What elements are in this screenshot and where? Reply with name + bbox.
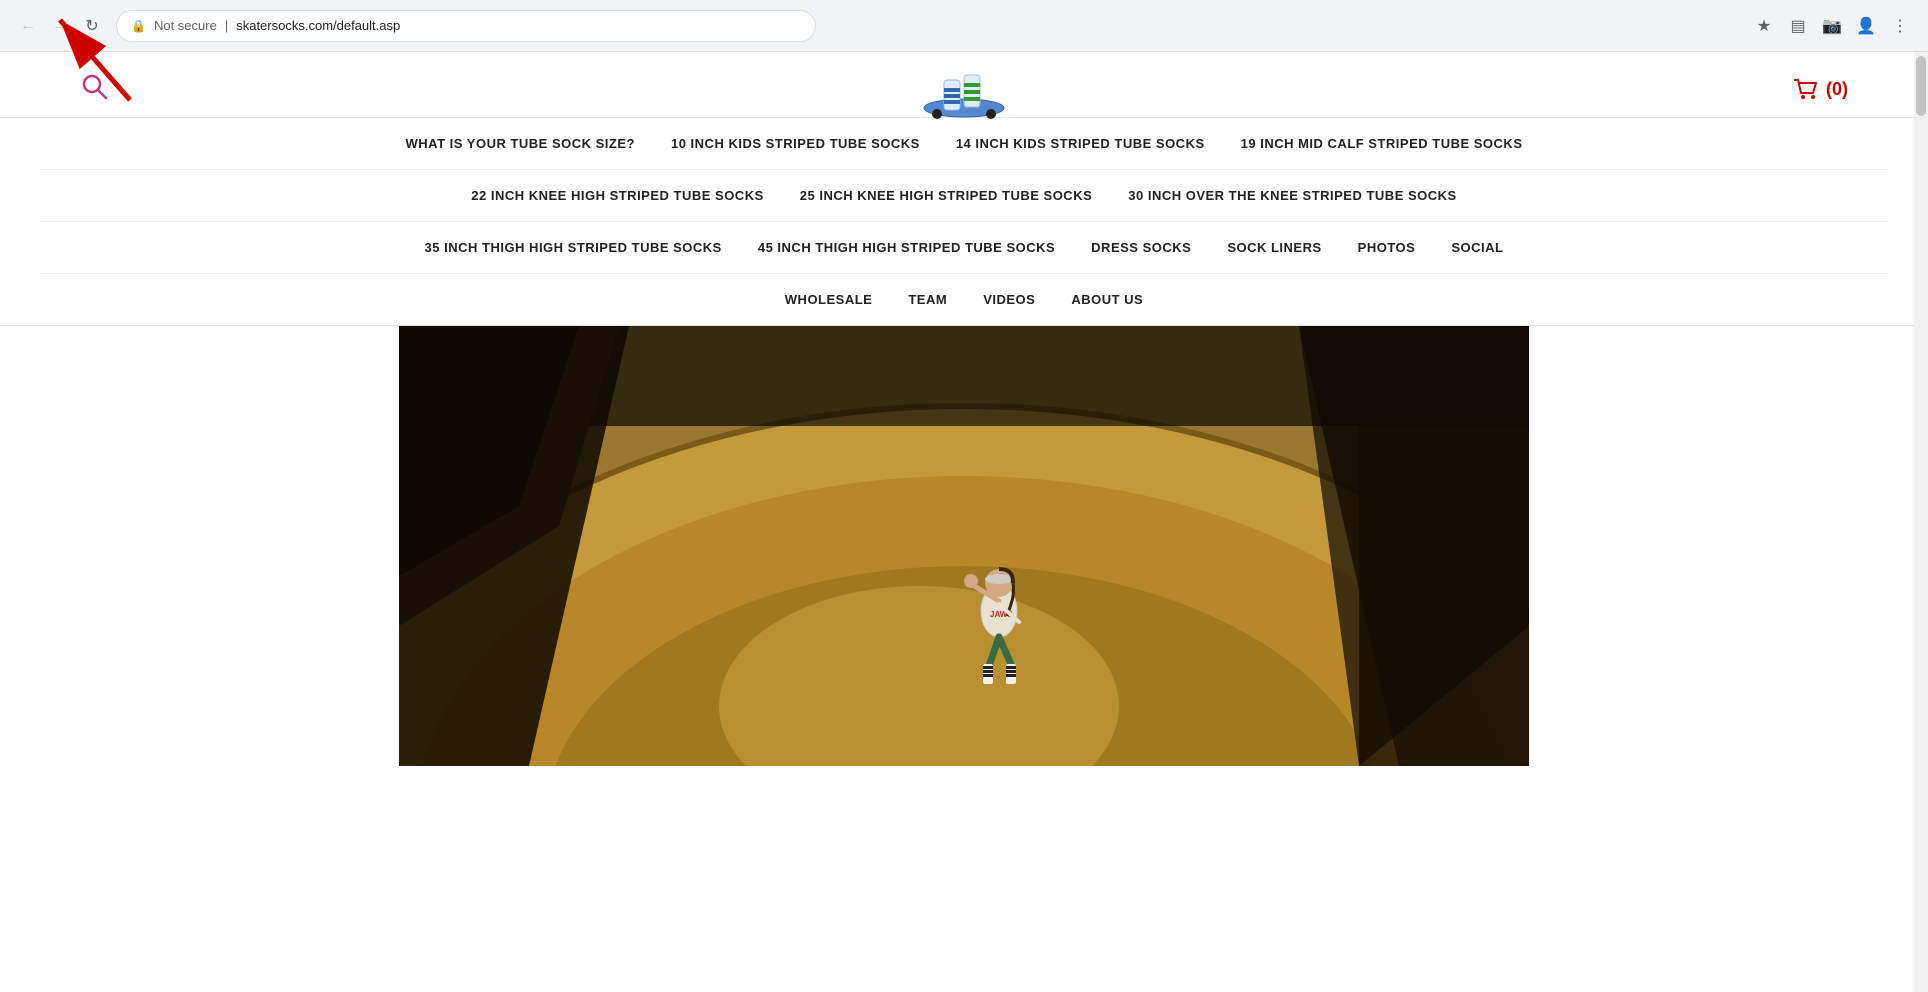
nav-team[interactable]: TEAM: [890, 282, 965, 317]
nav-25inch-knee-high[interactable]: 25 INCH KNEE HIGH STRIPED TUBE SOCKS: [782, 178, 1111, 213]
nav-10inch-kids[interactable]: 10 INCH KIDS STRIPED TUBE SOCKS: [653, 126, 938, 161]
site-navigation: WHAT IS YOUR TUBE SOCK SIZE? 10 INCH KID…: [0, 118, 1928, 326]
address-bar[interactable]: 🔒 Not secure | skatersocks.com/default.a…: [116, 10, 816, 42]
search-button[interactable]: [80, 72, 108, 107]
screenshot-button[interactable]: 📷: [1818, 12, 1846, 40]
site-header: (0): [0, 52, 1928, 118]
site-wrapper: (0) WHAT IS YOUR TUBE SOCK SIZE? 10 INCH…: [0, 52, 1928, 766]
nav-row-3: 35 INCH THIGH HIGH STRIPED TUBE SOCKS 45…: [40, 222, 1888, 274]
nav-about-us[interactable]: ABOUT US: [1053, 282, 1161, 317]
nav-30inch-over-knee[interactable]: 30 INCH OVER THE KNEE STRIPED TUBE SOCKS: [1110, 178, 1474, 213]
skatepark-scene: JAWS: [399, 326, 1529, 766]
cart-button[interactable]: (0): [1792, 76, 1848, 104]
forward-button[interactable]: →: [46, 12, 74, 40]
nav-row-4: WHOLESALE TEAM VIDEOS ABOUT US: [40, 274, 1888, 325]
menu-button[interactable]: ⋮: [1886, 12, 1914, 40]
hero-section: JAWS: [0, 326, 1928, 766]
profile-button[interactable]: 👤: [1852, 12, 1880, 40]
address-separator: |: [225, 18, 228, 33]
nav-35inch-thigh-high[interactable]: 35 INCH THIGH HIGH STRIPED TUBE SOCKS: [407, 230, 740, 265]
search-icon: [80, 72, 108, 100]
cart-icon: [1792, 76, 1820, 104]
nav-dress-socks[interactable]: DRESS SOCKS: [1073, 230, 1209, 265]
nav-45inch-thigh-high[interactable]: 45 INCH THIGH HIGH STRIPED TUBE SOCKS: [740, 230, 1073, 265]
bookmark-button[interactable]: ★: [1750, 12, 1778, 40]
reload-button[interactable]: ↻: [78, 12, 106, 40]
lock-icon: 🔒: [131, 19, 146, 33]
nav-wholesale[interactable]: WHOLESALE: [767, 282, 891, 317]
extensions-button[interactable]: ▤: [1784, 12, 1812, 40]
not-secure-label: Not secure: [154, 18, 217, 33]
nav-videos[interactable]: VIDEOS: [965, 282, 1053, 317]
nav-sock-liners[interactable]: SOCK LINERS: [1209, 230, 1339, 265]
back-button[interactable]: ←: [14, 12, 42, 40]
site-logo[interactable]: [909, 50, 1019, 130]
browser-nav-buttons: ← → ↻: [14, 12, 106, 40]
hero-image-container: JAWS: [399, 326, 1529, 766]
logo-image: [909, 50, 1019, 130]
cart-count: (0): [1826, 79, 1848, 100]
nav-19inch-mid-calf[interactable]: 19 INCH MID CALF STRIPED TUBE SOCKS: [1223, 126, 1541, 161]
browser-chrome: ← → ↻ 🔒 Not secure | skatersocks.com/def…: [0, 0, 1928, 52]
nav-social[interactable]: SOCIAL: [1433, 230, 1521, 265]
skatepark-background: JAWS: [399, 326, 1529, 766]
url-text: skatersocks.com/default.asp: [236, 18, 400, 33]
scrollbar-track[interactable]: [1914, 52, 1928, 992]
nav-row-2: 22 INCH KNEE HIGH STRIPED TUBE SOCKS 25 …: [40, 170, 1888, 222]
nav-photos[interactable]: PHOTOS: [1340, 230, 1434, 265]
browser-actions: ★ ▤ 📷 👤 ⋮: [1750, 12, 1914, 40]
nav-14inch-kids[interactable]: 14 INCH KIDS STRIPED TUBE SOCKS: [938, 126, 1223, 161]
nav-tube-sock-size[interactable]: WHAT IS YOUR TUBE SOCK SIZE?: [388, 126, 653, 161]
nav-22inch-knee-high[interactable]: 22 INCH KNEE HIGH STRIPED TUBE SOCKS: [453, 178, 782, 213]
